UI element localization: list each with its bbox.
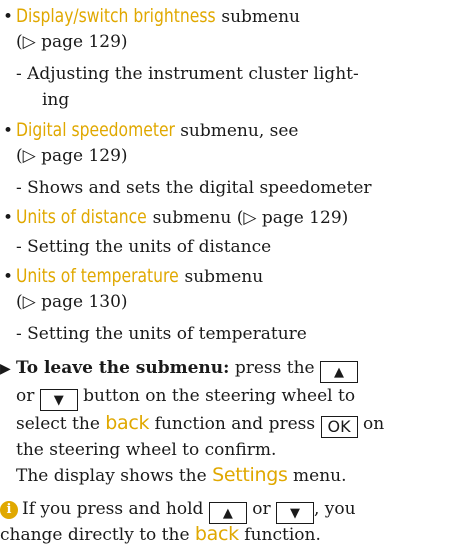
- up-key: ▲: [208, 502, 247, 524]
- up-arrow-icon: ▲: [334, 365, 344, 380]
- bullet: •: [2, 208, 14, 228]
- item-3-desc-1: - Setting the units of distance: [16, 237, 272, 257]
- item-3-desc-line-1: - Setting the units of distance: [16, 235, 271, 259]
- info-text-5: function.: [238, 525, 321, 545]
- step-line-1: ▶ To leave the submenu: press the ▲: [0, 356, 358, 383]
- info-icon: i: [0, 501, 18, 519]
- step-text-5: function and press: [149, 414, 321, 434]
- step-text-2: or: [16, 386, 40, 406]
- item-3-title-line: • Units of distance submenu (▷ page 129): [0, 205, 348, 230]
- info-line-2: change directly to the back function.: [0, 522, 321, 547]
- up-key: ▲: [320, 361, 358, 383]
- step-arrow-icon: ▶: [0, 361, 11, 377]
- bullet: •: [2, 267, 14, 287]
- step-line-2: or ▼ button on the steering wheel to: [16, 384, 355, 411]
- item-4-ref: (▷ page 130): [16, 292, 128, 312]
- item-1-suffix: submenu: [215, 7, 300, 27]
- item-2-ref: (▷ page 129): [16, 146, 128, 166]
- item-2-desc-line-1: - Shows and sets the digital speedometer: [16, 176, 372, 200]
- down-key: ▼: [275, 502, 314, 524]
- item-4-desc-line-1: - Setting the units of temperature: [16, 322, 307, 346]
- step-line-3: select the back function and press OK on: [16, 411, 384, 438]
- bullet: •: [2, 121, 14, 141]
- item-1-desc-line-2: ing: [42, 88, 69, 112]
- step-text-1: press the: [229, 358, 320, 378]
- step-line-5: The display shows the Settings menu.: [16, 463, 347, 488]
- bullet: •: [2, 7, 14, 27]
- step-text-6: on: [357, 414, 385, 434]
- item-1-desc-1: - Adjusting the instrument cluster light…: [16, 64, 359, 84]
- down-key: ▼: [39, 389, 78, 411]
- item-3-title: Units of distance: [16, 206, 147, 228]
- item-1-desc-line-1: - Adjusting the instrument cluster light…: [16, 62, 359, 86]
- item-4-suffix: submenu: [179, 267, 264, 287]
- step-lead: To leave the submenu:: [16, 358, 230, 378]
- item-1-title: Display/switch brightness: [16, 5, 216, 27]
- item-4-desc-1: - Setting the units of temperature: [16, 324, 307, 344]
- step-text-8: The display shows the: [16, 466, 213, 486]
- info-text-1: If you press and hold: [22, 499, 209, 519]
- item-2-ref-line: (▷ page 129): [16, 144, 128, 168]
- up-arrow-icon: ▲: [222, 506, 233, 521]
- ok-key: OK: [320, 416, 358, 438]
- item-1-ref-line: (▷ page 129): [16, 30, 128, 54]
- info-text-3: , you: [313, 499, 356, 519]
- item-4-ref-line: (▷ page 130): [16, 290, 128, 314]
- item-3-suffix: submenu (▷ page 129): [147, 208, 349, 228]
- item-1-desc-2: ing: [42, 90, 70, 110]
- item-2-suffix: submenu, see: [174, 121, 299, 141]
- info-back-function: back: [194, 523, 239, 545]
- info-line-1: i If you press and hold ▲ or ▼ , you: [0, 497, 356, 524]
- item-2-desc-1: - Shows and sets the digital speedometer: [16, 178, 372, 198]
- settings-menu-name: Settings: [212, 464, 288, 486]
- item-1-title-line: • Display/switch brightness submenu: [0, 4, 300, 29]
- item-4-title-line: • Units of temperature submenu: [0, 264, 263, 289]
- down-arrow-icon: ▼: [289, 506, 300, 521]
- step-text-7: the steering wheel to confirm.: [16, 440, 277, 460]
- step-text-9: menu.: [287, 466, 347, 486]
- step-text-4: select the: [16, 414, 106, 434]
- step-line-4: the steering wheel to confirm.: [16, 438, 276, 462]
- item-1-ref: (▷ page 129): [16, 32, 128, 52]
- item-2-title-line: • Digital speedometer submenu, see: [0, 118, 299, 143]
- item-2-title: Digital speedometer: [16, 119, 175, 141]
- info-text-2: or: [246, 499, 276, 519]
- down-arrow-icon: ▼: [53, 393, 64, 408]
- item-4-title: Units of temperature: [16, 265, 179, 287]
- info-text-4: change directly to the: [0, 525, 195, 545]
- step-text-3: button on the steering wheel to: [77, 386, 356, 406]
- step-back-function: back: [105, 412, 150, 434]
